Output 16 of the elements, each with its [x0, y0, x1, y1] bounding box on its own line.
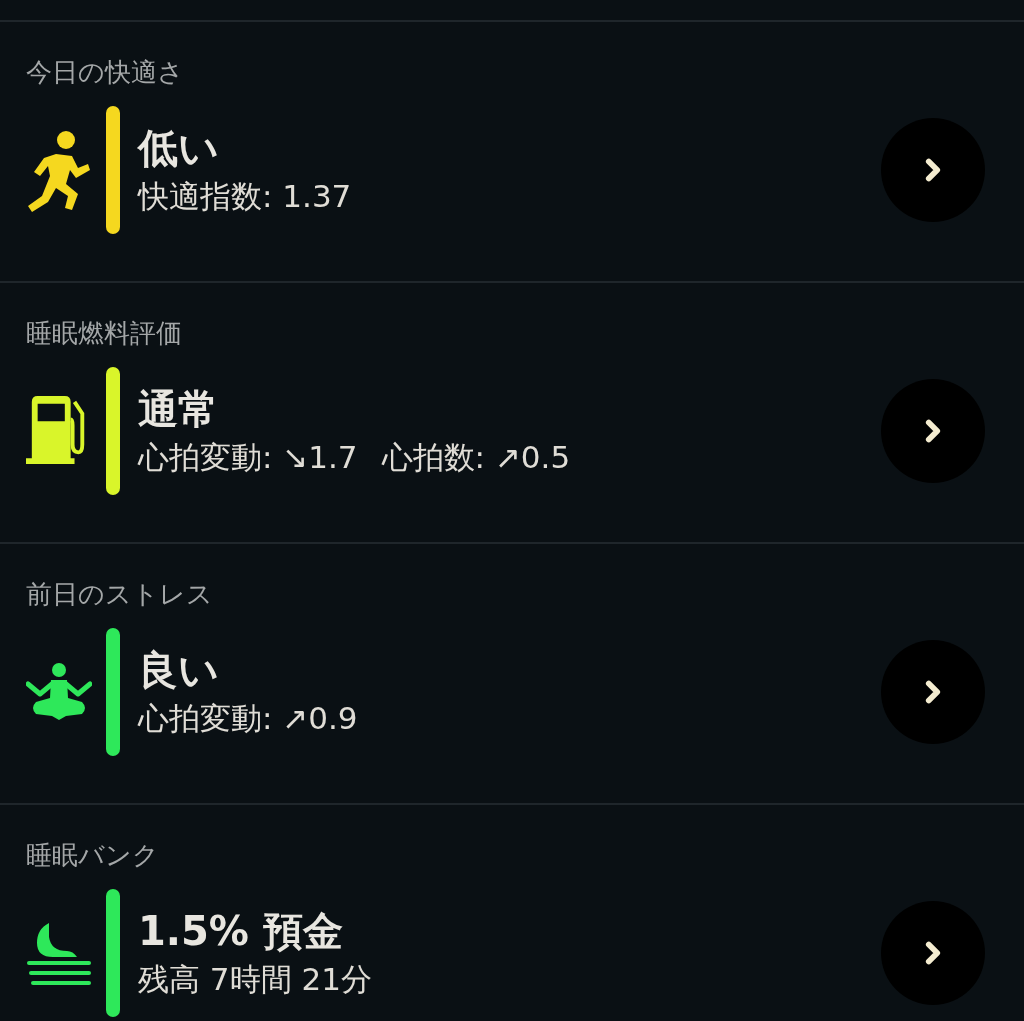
detail-text: 心拍変動: ↘1.7 [138, 438, 358, 477]
detail-text: 心拍数: ↗0.5 [381, 438, 571, 477]
section-title: 今日の快適さ [26, 56, 185, 89]
section-title: 前日のストレス [26, 578, 214, 611]
detail-text: 快適指数: 1.37 [138, 177, 352, 216]
meditation-figure-icon [26, 662, 92, 722]
section-title: 睡眠燃料評価 [26, 317, 183, 350]
status-label: 良い [138, 646, 220, 695]
status-label: 通常 [138, 385, 219, 434]
status-label: 低い [138, 124, 220, 173]
moon-waves-icon [27, 921, 91, 985]
detail-text: 心拍変動: ↗0.9 [138, 699, 358, 738]
status-label: 1.5% 預金 [138, 907, 344, 956]
running-person-icon [28, 128, 90, 212]
section-title: 睡眠バンク [26, 839, 160, 872]
detail-text: 残高 7時間 21分 [138, 960, 372, 999]
